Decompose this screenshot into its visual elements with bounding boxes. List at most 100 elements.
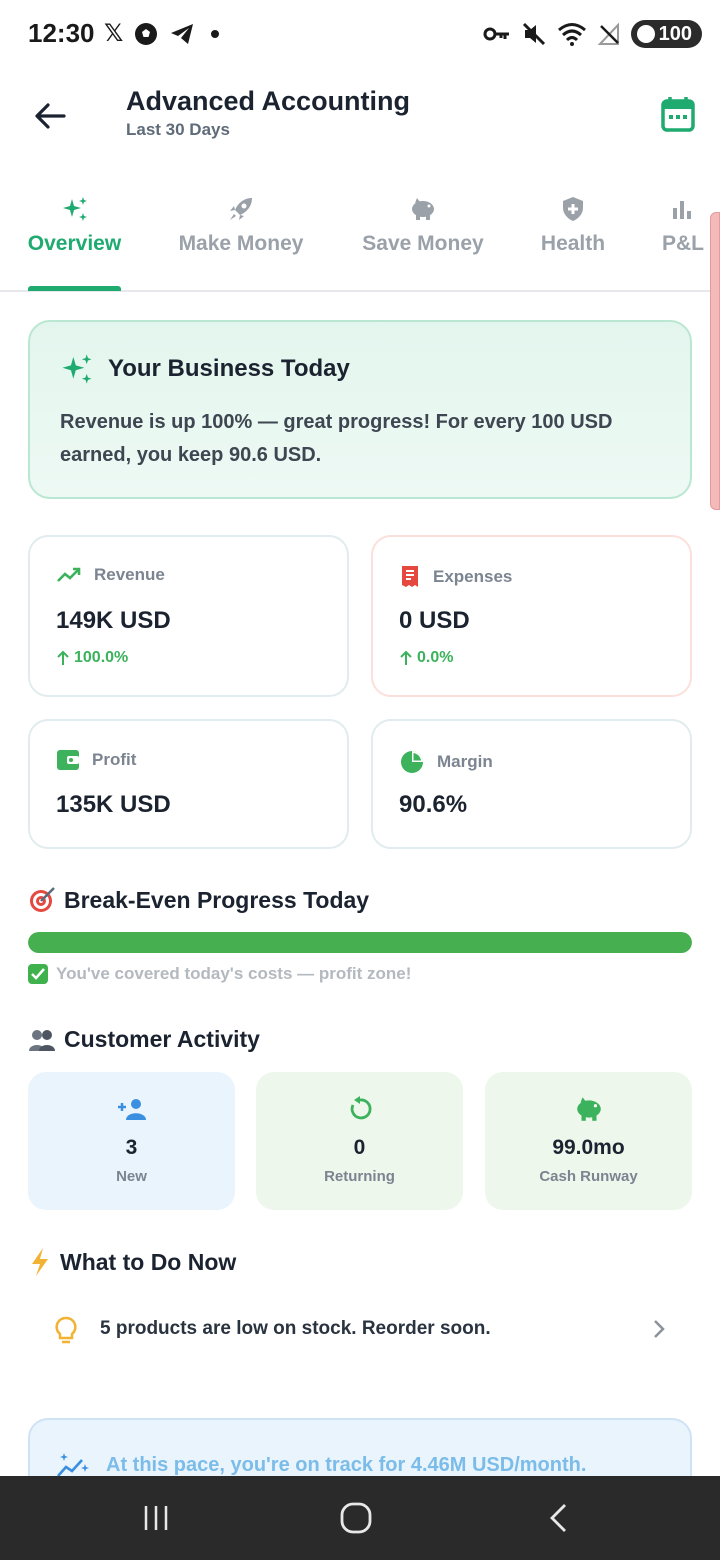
bar-chart-icon [673,201,691,219]
returning-customers-tile[interactable]: 0 Returning [256,1072,463,1210]
shield-plus-icon [563,197,583,221]
break-even-heading: Break-Even Progress Today [28,886,369,914]
tab-label: Make Money [178,232,304,255]
business-today-summary: Revenue is up 100% — great progress! For… [60,411,613,466]
sparkles-icon [62,197,87,221]
back-nav-icon [550,1504,566,1532]
system-navigation-bar [0,1476,720,1560]
section-title: Break-Even Progress Today [64,886,370,913]
tab-bar: Overview Make Money Save Money Health P&… [0,188,720,292]
calendar-button[interactable] [658,94,698,134]
lightning-icon [32,1248,48,1276]
system-icons: 100 [483,20,702,48]
metric-change: 0.0% [399,649,453,667]
metric-value: 0 USD [399,607,470,634]
trending-up-icon [57,567,81,582]
lightbulb-icon [54,1316,78,1351]
no-signal-icon [597,22,619,45]
metric-value: 90.6% [399,791,468,818]
arrow-up-icon [400,650,412,665]
battery-indicator: 100 [630,20,702,48]
checkmark-icon [28,964,48,984]
what-to-do-heading: What to Do Now [28,1247,236,1277]
pie-chart-icon [401,751,423,773]
calendar-icon [661,97,695,132]
refresh-icon [350,1096,371,1120]
battery-shield-icon [636,25,655,43]
recent-apps-icon [144,1506,168,1530]
tab-label: P&L [662,232,704,255]
arrow-left-icon [35,103,66,129]
expenses-card[interactable]: Expenses 0 USD 0.0% [371,535,692,697]
receipt-icon [402,566,418,587]
metric-label: Margin [437,752,493,771]
arrow-up-icon [57,650,69,665]
cash-runway-tile[interactable]: 99.0mo Cash Runway [485,1072,692,1210]
margin-card[interactable]: Margin 90.6% [371,719,692,849]
metric-value: 149K USD [56,607,171,634]
metric-change: 100.0% [56,649,128,667]
tab-label: Health [540,232,606,255]
tile-label: New [116,1168,147,1185]
back-nav-button[interactable] [536,1500,580,1536]
tile-value: 3 [125,1136,138,1159]
wifi-icon [557,23,586,46]
recommendation-item[interactable]: 5 products are low on stock. Reorder soo… [28,1296,692,1366]
dot-icon [211,30,220,38]
x-logo-icon: 𝕏 [104,20,124,47]
add-user-icon [117,1099,146,1120]
business-today-title: Your Business Today [108,355,350,382]
section-title: Customer Activity [64,1026,260,1052]
forecast-text: At this pace, you're on track for 4.46M … [106,1453,587,1476]
section-title: What to Do Now [60,1248,237,1275]
key-icon [483,27,509,41]
scrollbar-thumb[interactable] [710,212,720,510]
notification-icons: 𝕏 [104,20,220,48]
piggy-bank-icon [576,1097,601,1121]
active-tab-indicator [28,286,121,291]
battery-level: 100 [658,22,692,45]
rocket-icon [230,198,252,220]
recommendation-text: 5 products are low on stock. Reorder soo… [100,1318,491,1339]
tile-label: Cash Runway [539,1168,638,1185]
metric-label: Profit [92,750,137,769]
tile-label: Returning [324,1168,395,1185]
tab-label: Overview [27,232,122,255]
telegram-icon [171,24,194,44]
break-even-note: You've covered today's costs — profit zo… [28,964,411,984]
metric-label: Revenue [94,565,165,584]
sparkles-icon [62,354,92,384]
app-header: Advanced Accounting Last 30 Days [0,70,720,170]
tile-value: 99.0mo [552,1136,625,1159]
piggy-bank-icon [412,198,434,220]
home-icon [340,1502,372,1534]
chevron-right-icon [652,1318,666,1345]
status-bar: 12:30 𝕏 100 [0,0,720,70]
customer-activity-heading: Customer Activity [28,1026,260,1053]
page-subtitle: Last 30 Days [126,120,230,139]
soccer-ball-icon [135,23,158,45]
back-button[interactable] [28,94,72,138]
tab-save-money[interactable]: Save Money [356,188,490,290]
target-icon [30,887,55,912]
recent-apps-button[interactable] [134,1500,178,1536]
status-time: 12:30 [28,18,95,48]
revenue-card[interactable]: Revenue 149K USD 100.0% [28,535,349,697]
profit-card[interactable]: Profit 135K USD [28,719,349,849]
page-title: Advanced Accounting [126,86,411,116]
tile-value: 0 [353,1136,366,1159]
break-even-progress-bar [28,932,692,953]
tab-pl[interactable]: P&L [656,188,710,290]
wallet-icon [57,750,79,770]
metric-value: 135K USD [56,791,171,818]
new-customers-tile[interactable]: 3 New [28,1072,235,1210]
tab-overview[interactable]: Overview [28,188,121,290]
mute-icon [522,22,545,46]
metric-label: Expenses [433,567,513,586]
tab-make-money[interactable]: Make Money [171,188,311,290]
break-even-progress-fill [28,932,692,953]
tab-label: Save Money [362,232,484,255]
business-today-card: Your Business Today Revenue is up 100% —… [28,320,692,499]
tab-health[interactable]: Health [533,188,613,290]
home-button[interactable] [334,1500,378,1536]
